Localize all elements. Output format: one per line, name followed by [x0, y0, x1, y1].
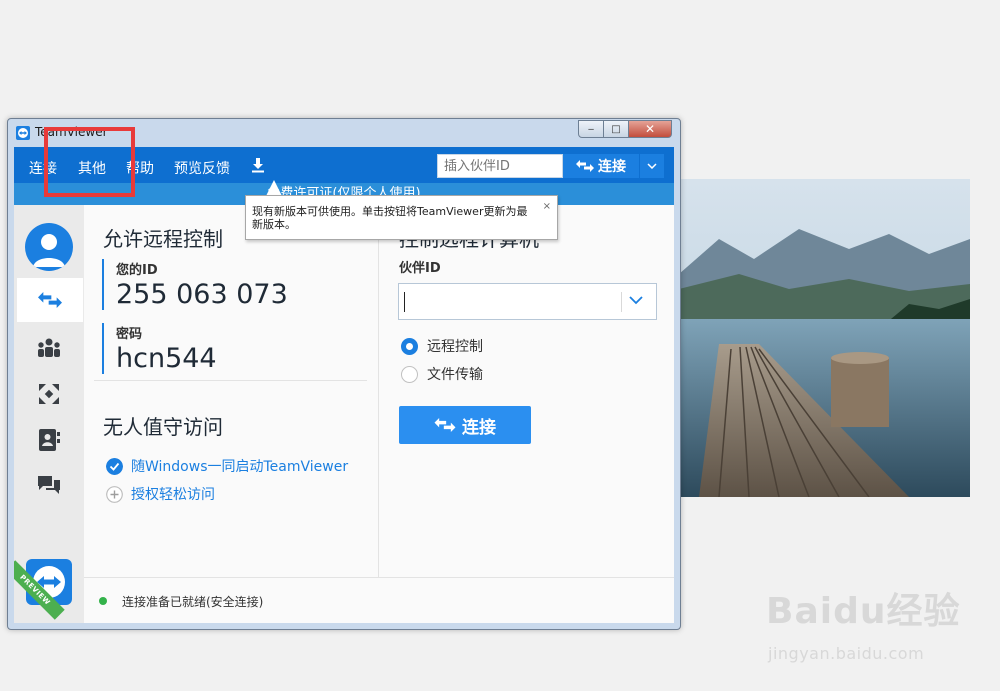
partner-id-label: 伙伴ID — [399, 261, 441, 276]
chat-icon — [38, 476, 60, 494]
update-tooltip[interactable]: 现有新版本可供使用。单击按钮将TeamViewer更新为最新版本。 × — [245, 195, 558, 240]
watermark-url: jingyan.baidu.com — [768, 644, 925, 663]
connect-dropdown-button[interactable] — [640, 154, 664, 178]
user-icon — [33, 234, 65, 267]
option-file-transfer[interactable]: 文件传输 — [401, 364, 483, 384]
sidebar-item-augmented-reality[interactable] — [14, 372, 84, 416]
maximize-button[interactable]: □ — [603, 120, 629, 138]
sidebar: PREVIEW — [14, 205, 84, 623]
partner-id-field[interactable] — [398, 283, 657, 320]
sidebar-item-chat[interactable] — [14, 464, 84, 508]
plus-circle-icon — [106, 485, 123, 503]
chevron-down-icon[interactable] — [629, 295, 643, 305]
option-remote-control-label: 远程控制 — [427, 339, 483, 355]
augmented-reality-icon — [39, 384, 59, 404]
password-label: 密码 — [116, 327, 143, 342]
sidebar-item-remote-control[interactable] — [17, 278, 83, 322]
close-button[interactable]: ✕ — [628, 120, 672, 138]
teamviewer-app-icon — [16, 126, 30, 140]
option-remote-control[interactable]: 远程控制 — [401, 336, 483, 356]
status-text: 连接准备已就绪(安全连接) — [122, 595, 264, 609]
your-id-block: 您的ID 255 063 073 — [102, 259, 288, 310]
your-id-value: 255 063 073 — [116, 279, 288, 310]
your-id-label: 您的ID — [116, 263, 158, 278]
connect-button[interactable]: 连接 — [399, 406, 531, 444]
radio-file-transfer[interactable] — [401, 365, 418, 383]
section-divider — [94, 380, 367, 381]
chevron-down-icon — [647, 163, 657, 169]
contacts-icon — [39, 429, 60, 451]
text-caret — [404, 292, 405, 312]
sidebar-item-contacts[interactable] — [14, 418, 84, 462]
grant-easy-access-link[interactable]: 授权轻松访问 — [106, 484, 215, 504]
control-remote-panel: 控制远程计算机 伙伴ID 远程控制 文件传输 — [378, 205, 674, 577]
background-lake-photo — [679, 179, 970, 497]
meeting-icon — [38, 338, 60, 357]
watermark-logo: Baidu经验 — [766, 591, 961, 632]
connect-label-top: 连接 — [598, 159, 626, 175]
tooltip-close-button[interactable]: × — [543, 200, 551, 213]
connect-button-top[interactable]: 连接 — [563, 154, 639, 178]
start-with-windows-label: 随Windows一同启动TeamViewer — [131, 459, 349, 475]
allow-remote-control-panel: 允许远程控制 您的ID 255 063 073 密码 hcn544 无人值守访问… — [84, 205, 377, 577]
status-indicator — [99, 597, 107, 605]
unattended-heading: 无人值守访问 — [103, 415, 223, 439]
lake-image — [679, 179, 970, 497]
minimize-button[interactable]: ‒ — [578, 120, 604, 138]
baidu-watermark: Baidu经验 jingyan.baidu.com — [766, 582, 961, 663]
status-bar: 连接准备已就绪(安全连接) — [84, 577, 674, 623]
option-file-transfer-label: 文件传输 — [427, 367, 483, 383]
password-block: 密码 hcn544 — [102, 323, 217, 374]
download-icon[interactable] — [251, 157, 265, 173]
start-with-windows-link[interactable]: 随Windows一同启动TeamViewer — [106, 456, 348, 476]
sidebar-item-meeting[interactable] — [14, 326, 84, 370]
partner-id-input[interactable] — [437, 154, 563, 178]
avatar[interactable] — [25, 223, 73, 271]
menu-preview-feedback[interactable]: 预览反馈 — [174, 158, 230, 178]
window-controls: ‒ □ ✕ — [578, 120, 672, 139]
grant-easy-access-label: 授权轻松访问 — [131, 487, 215, 503]
update-tooltip-text: 现有新版本可供使用。单击按钮将TeamViewer更新为最新版本。 — [252, 205, 528, 231]
field-separator — [621, 292, 622, 312]
highlight-annotation-box — [44, 127, 135, 197]
allow-remote-heading: 允许远程控制 — [103, 227, 223, 251]
tooltip-pointer — [266, 180, 282, 196]
swap-arrows-icon — [434, 418, 456, 432]
connect-label: 连接 — [462, 417, 496, 438]
remote-control-icon — [38, 292, 62, 308]
password-value: hcn544 — [116, 343, 217, 374]
swap-arrows-icon — [576, 160, 594, 172]
radio-remote-control[interactable] — [401, 337, 418, 355]
check-circle-icon — [106, 457, 123, 475]
